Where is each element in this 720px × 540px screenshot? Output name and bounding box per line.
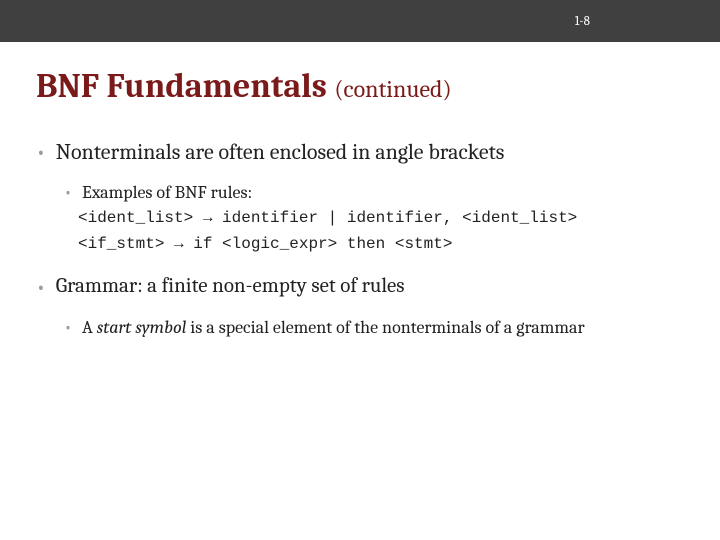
bullet-text: Grammar: a finite non-empty set of rules	[56, 273, 405, 302]
bullet-dot-icon: •	[64, 181, 72, 204]
title-main: BNF Fundamentals	[36, 66, 334, 106]
code-line-1: <ident_list> → identifier | identifier, …	[78, 208, 684, 230]
code-line-2: <if_stmt> → if <logic_expr> then <stmt>	[78, 234, 684, 256]
start-symbol-suffix: is a special element of the nonterminals…	[186, 317, 584, 338]
bullet-dot-icon: •	[36, 138, 46, 167]
bullet-dot-icon: •	[36, 273, 46, 302]
page-number: 1-8	[575, 14, 590, 29]
start-symbol-prefix: A	[82, 317, 97, 338]
bullet-text: Nonterminals are often enclosed in angle…	[56, 138, 505, 167]
bullet-text: A start symbol is a special element of t…	[82, 316, 585, 339]
slide-content: • Nonterminals are often enclosed in ang…	[0, 118, 720, 339]
bullet-start-symbol: • A start symbol is a special element of…	[64, 316, 684, 339]
bullet-dot-icon: •	[64, 316, 72, 339]
bullet-nonterminals: • Nonterminals are often enclosed in ang…	[36, 138, 684, 167]
header-bar: 1-8	[0, 0, 720, 42]
start-symbol-italic: start symbol	[97, 317, 187, 338]
title-sub: (continued)	[334, 75, 451, 103]
bullet-grammar: • Grammar: a finite non-empty set of rul…	[36, 273, 684, 302]
bullet-text: Examples of BNF rules:	[82, 181, 252, 204]
slide-title: BNF Fundamentals (continued)	[0, 42, 720, 118]
bullet-examples-label: • Examples of BNF rules:	[64, 181, 684, 204]
